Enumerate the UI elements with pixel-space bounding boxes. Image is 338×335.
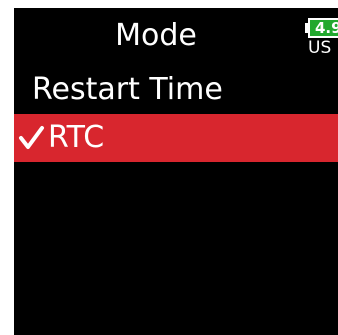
option-restart-time[interactable]: Restart Time — [14, 66, 338, 114]
title-bar: Mode — [14, 8, 338, 64]
power-source-label: US — [308, 38, 332, 58]
battery-level: 4.9 — [308, 18, 338, 38]
option-label: RTC — [48, 120, 105, 155]
checkmark-icon — [19, 126, 44, 149]
device-screen: Mode 4.9 US Restart Time RTC — [14, 8, 338, 335]
option-rtc[interactable]: RTC — [14, 114, 338, 162]
page-title: Mode — [115, 18, 197, 53]
option-label: Restart Time — [32, 72, 223, 107]
mode-option-list: Restart Time RTC — [14, 66, 338, 162]
battery-indicator: 4.9 US — [305, 14, 338, 60]
